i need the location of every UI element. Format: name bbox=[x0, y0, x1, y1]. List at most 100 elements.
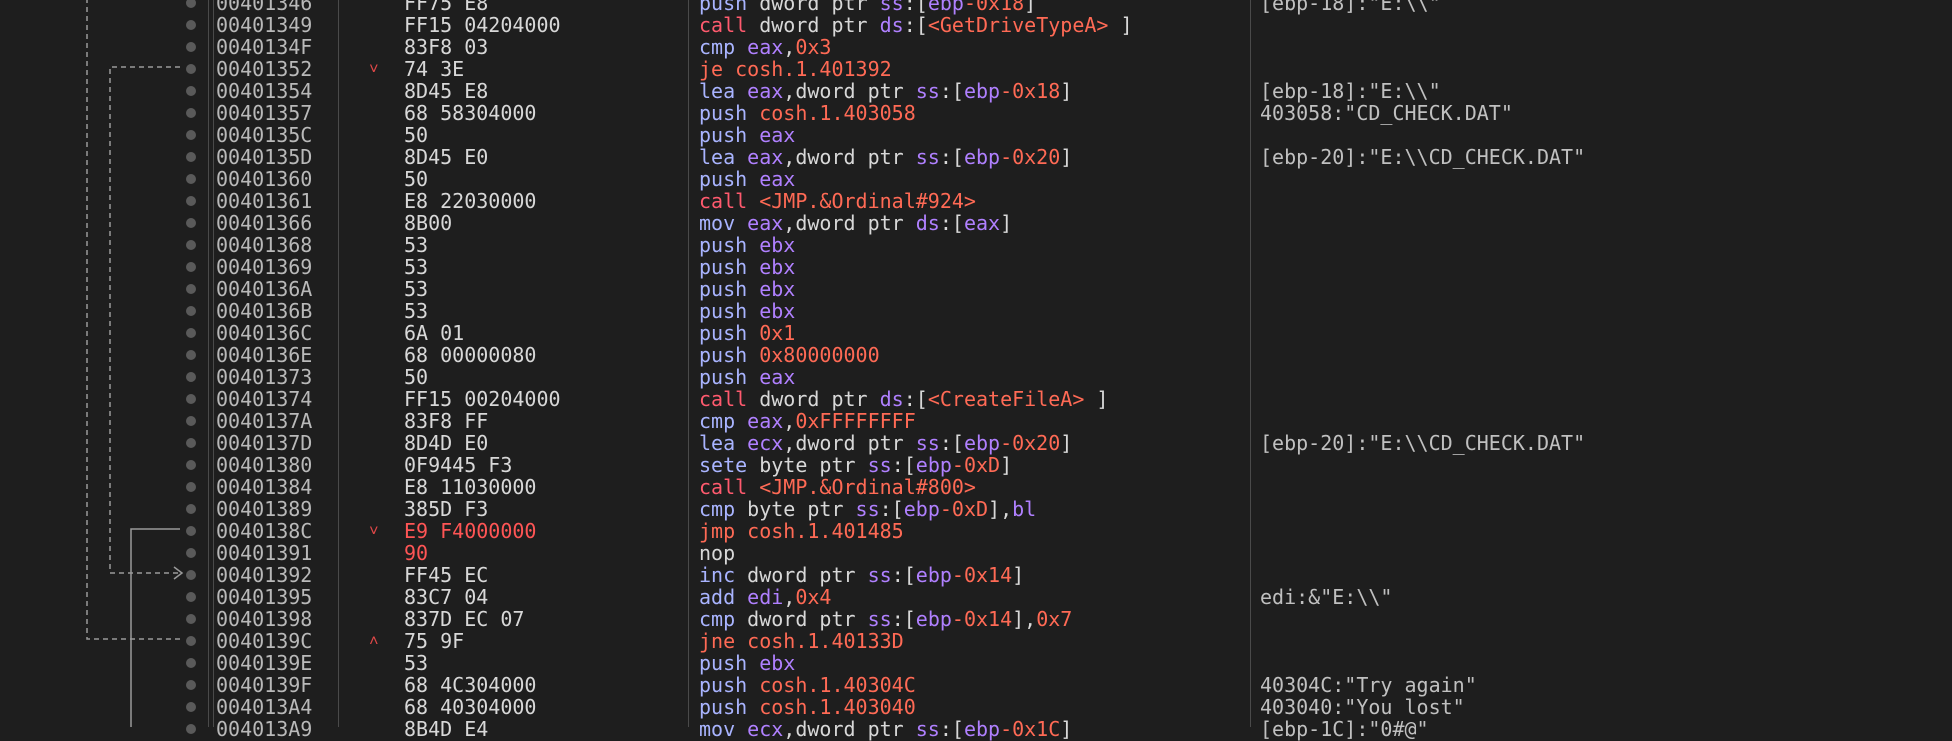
instruction-row[interactable]: 0040135D 8D45 E0 lea eax,dword ptr ss:[ebp… bbox=[0, 146, 1952, 168]
instruction-token: eax bbox=[747, 211, 784, 235]
instruction-row[interactable]: 0040136A 53 push ebx bbox=[0, 278, 1952, 300]
instruction-token: -0x1C bbox=[1000, 717, 1061, 741]
instruction-row[interactable]: 00401366 8B00 mov eax,dword ptr ds:[eax] bbox=[0, 212, 1952, 234]
instruction-token: ], bbox=[1012, 607, 1037, 631]
breakpoint-dot-icon[interactable] bbox=[186, 284, 196, 294]
instruction-token: ss bbox=[867, 563, 892, 587]
instruction-token: :[ bbox=[939, 431, 964, 455]
breakpoint-dot-icon[interactable] bbox=[186, 548, 196, 558]
breakpoint-dot-icon[interactable] bbox=[186, 526, 196, 536]
breakpoint-dot-icon[interactable] bbox=[186, 86, 196, 96]
instruction-row[interactable]: 0040135C 50 push eax bbox=[0, 124, 1952, 146]
breakpoint-dot-icon[interactable] bbox=[186, 460, 196, 470]
breakpoint-dot-icon[interactable] bbox=[186, 20, 196, 30]
breakpoint-dot-icon[interactable] bbox=[186, 570, 196, 580]
instruction-row[interactable]: 0040139F 68 4C304000 push cosh.1.40304C 403… bbox=[0, 674, 1952, 696]
instruction-row[interactable]: 00401360 50 push eax bbox=[0, 168, 1952, 190]
breakpoint-dot-icon[interactable] bbox=[186, 724, 196, 734]
breakpoint-dot-icon[interactable] bbox=[186, 64, 196, 74]
instruction-token: ] bbox=[1000, 211, 1013, 235]
breakpoint-dot-icon[interactable] bbox=[186, 680, 196, 690]
breakpoint-dot-icon[interactable] bbox=[186, 614, 196, 624]
instruction-row[interactable]: 00401373 50 push eax bbox=[0, 366, 1952, 388]
instruction-token: ebx bbox=[759, 651, 796, 675]
instruction-token: :[ bbox=[891, 607, 916, 631]
instruction-row[interactable]: 0040136B 53 push ebx bbox=[0, 300, 1952, 322]
instruction-row[interactable]: 0040134F 83F8 03 cmp eax,0x3 bbox=[0, 36, 1952, 58]
breakpoint-dot-icon[interactable] bbox=[186, 218, 196, 228]
breakpoint-dot-icon[interactable] bbox=[186, 262, 196, 272]
instruction-row[interactable]: 00401357 68 58304000 push cosh.1.403058 403… bbox=[0, 102, 1952, 124]
instruction-row[interactable]: 004013A4 68 40304000 push cosh.1.403040 403… bbox=[0, 696, 1952, 718]
instruction-row[interactable]: 00401352 ˅ 74 3E je cosh.1.401392 bbox=[0, 58, 1952, 80]
instruction-token: 0x80000000 bbox=[759, 343, 880, 367]
breakpoint-dot-icon[interactable] bbox=[186, 372, 196, 382]
instruction-text: push cosh.1.403040 bbox=[699, 696, 916, 718]
breakpoint-dot-icon[interactable] bbox=[186, 152, 196, 162]
instruction-text: mov ecx,dword ptr ss:[ebp-0x1C] bbox=[699, 718, 1072, 740]
instruction-token: cmp bbox=[699, 497, 748, 521]
instruction-row[interactable]: 0040137A 83F8 FF cmp eax,0xFFFFFFFF bbox=[0, 410, 1952, 432]
instruction-row[interactable]: 00401395 83C7 04 add edi,0x4 edi:&"E:\\" bbox=[0, 586, 1952, 608]
breakpoint-dot-icon[interactable] bbox=[186, 636, 196, 646]
instruction-token: cosh.1.40304C bbox=[759, 673, 916, 697]
breakpoint-dot-icon[interactable] bbox=[186, 0, 196, 8]
breakpoint-dot-icon[interactable] bbox=[186, 658, 196, 668]
instruction-bytes: 837D EC 07 bbox=[404, 607, 525, 631]
breakpoint-dot-icon[interactable] bbox=[186, 504, 196, 514]
breakpoint-dot-icon[interactable] bbox=[186, 394, 196, 404]
instruction-row[interactable]: 00401392 FF45 EC inc dword ptr ss:[ebp-0x1… bbox=[0, 564, 1952, 586]
instruction-bytes: 8D4D E0 bbox=[404, 431, 489, 455]
instruction-row[interactable]: 00401380 0F9445 F3 sete byte ptr ss:[ebp-0… bbox=[0, 454, 1952, 476]
instruction-row[interactable]: 00401346 FF75 E8 push dword ptr ss:[ebp-0x… bbox=[0, 0, 1952, 14]
instruction-row[interactable]: 00401369 53 push ebx bbox=[0, 256, 1952, 278]
breakpoint-dot-icon[interactable] bbox=[186, 438, 196, 448]
instruction-row[interactable]: 0040137D 8D4D E0 lea ecx,dword ptr ss:[ebp… bbox=[0, 432, 1952, 454]
instruction-text: jmp cosh.1.401485 bbox=[699, 520, 904, 542]
breakpoint-dot-icon[interactable] bbox=[186, 130, 196, 140]
instruction-row[interactable]: 00401374 FF15 00204000 call dword ptr ds:[… bbox=[0, 388, 1952, 410]
instruction-row[interactable]: 004013A9 8B4D E4 mov ecx,dword ptr ss:[ebp… bbox=[0, 718, 1952, 740]
instruction-token: ,dword ptr bbox=[783, 79, 916, 103]
instruction-row[interactable]: 00401368 53 push ebx bbox=[0, 234, 1952, 256]
instruction-row[interactable]: 0040138C ˅ E9 F4000000 jmp cosh.1.401485 bbox=[0, 520, 1952, 542]
instruction-row[interactable]: 00401361 E8 22030000 call <JMP.&Ordinal#92… bbox=[0, 190, 1952, 212]
breakpoint-dot-icon[interactable] bbox=[186, 240, 196, 250]
instruction-row[interactable]: 00401398 837D EC 07 cmp dword ptr ss:[ebp-… bbox=[0, 608, 1952, 630]
breakpoint-dot-icon[interactable] bbox=[186, 702, 196, 712]
disassembly-view[interactable]: 00401346 FF75 E8 push dword ptr ss:[ebp-0x… bbox=[0, 0, 1952, 740]
breakpoint-dot-icon[interactable] bbox=[186, 306, 196, 316]
instruction-text: push eax bbox=[699, 366, 795, 388]
instruction-row[interactable]: 0040139C ˄ 75 9F jne cosh.1.40133D bbox=[0, 630, 1952, 652]
breakpoint-dot-icon[interactable] bbox=[186, 592, 196, 602]
instruction-row[interactable]: 0040136E 68 00000080 push 0x80000000 bbox=[0, 344, 1952, 366]
instruction-row[interactable]: 00401354 8D45 E8 lea eax,dword ptr ss:[ebp… bbox=[0, 80, 1952, 102]
instruction-token: call bbox=[699, 387, 760, 411]
breakpoint-dot-icon[interactable] bbox=[186, 108, 196, 118]
breakpoint-dot-icon[interactable] bbox=[186, 174, 196, 184]
instruction-token: dword ptr bbox=[759, 13, 880, 37]
breakpoint-dot-icon[interactable] bbox=[186, 350, 196, 360]
instruction-token: :[ bbox=[891, 453, 916, 477]
breakpoint-dot-icon[interactable] bbox=[186, 416, 196, 426]
instruction-token: ] bbox=[1108, 13, 1133, 37]
instruction-row[interactable]: 00401391 90 nop bbox=[0, 542, 1952, 564]
instruction-row[interactable]: 00401389 385D F3 cmp byte ptr ss:[ebp-0xD]… bbox=[0, 498, 1952, 520]
breakpoint-dot-icon[interactable] bbox=[186, 42, 196, 52]
instruction-token: ebp bbox=[963, 431, 1001, 455]
breakpoint-dot-icon[interactable] bbox=[186, 482, 196, 492]
instruction-row[interactable]: 0040139E 53 push ebx bbox=[0, 652, 1952, 674]
instruction-bytes: 8B4D E4 bbox=[404, 717, 489, 741]
instruction-text: push 0x1 bbox=[699, 322, 795, 344]
instruction-token: lea bbox=[699, 431, 748, 455]
breakpoint-dot-icon[interactable] bbox=[186, 196, 196, 206]
instruction-row[interactable]: 0040136C 6A 01 push 0x1 bbox=[0, 322, 1952, 344]
instruction-address: 004013A4 bbox=[216, 695, 313, 719]
instruction-token: cosh.1.403058 bbox=[759, 101, 916, 125]
instruction-token: -0xD bbox=[939, 497, 989, 521]
instruction-row[interactable]: 00401349 FF15 04204000 call dword ptr ds:[… bbox=[0, 14, 1952, 36]
breakpoint-dot-icon[interactable] bbox=[186, 328, 196, 338]
instruction-row[interactable]: 00401384 E8 11030000 call <JMP.&Ordinal#80… bbox=[0, 476, 1952, 498]
instruction-token: 0x7 bbox=[1036, 607, 1073, 631]
instruction-bytes: 0F9445 F3 bbox=[404, 453, 513, 477]
